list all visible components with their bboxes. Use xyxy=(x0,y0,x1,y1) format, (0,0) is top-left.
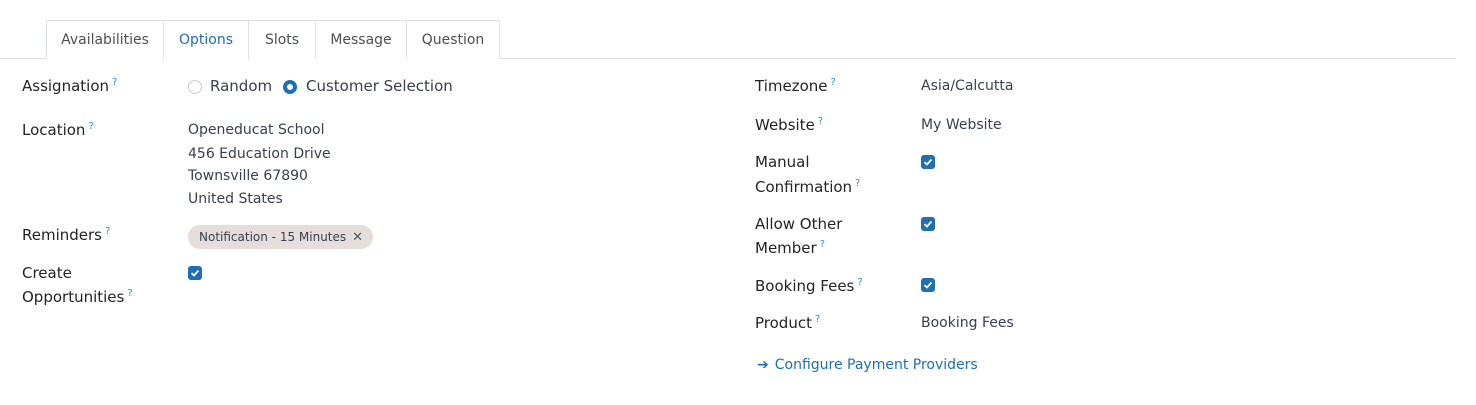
product-label: Product? xyxy=(755,311,820,338)
allow-other-member-label-text: Member xyxy=(755,239,817,257)
checkmark-icon xyxy=(923,281,933,289)
tab-label: Message xyxy=(330,32,392,48)
checkmark-icon xyxy=(923,220,933,228)
manual-confirmation-label-line1: Manual xyxy=(755,153,810,171)
help-icon[interactable]: ? xyxy=(112,77,117,88)
timezone-label: Timezone? xyxy=(755,74,836,101)
help-icon[interactable]: ? xyxy=(105,226,110,237)
timezone-label-text: Timezone xyxy=(755,77,828,95)
reminders-label-text: Reminders xyxy=(22,226,102,244)
help-icon[interactable]: ? xyxy=(127,288,132,299)
help-icon[interactable]: ? xyxy=(815,314,820,325)
product-value[interactable]: Booking Fees xyxy=(921,312,1014,334)
reminder-tag-label: Notification - 15 Minutes xyxy=(199,230,347,244)
tab-message[interactable]: Message xyxy=(315,20,407,59)
location-address-line-4[interactable]: United States xyxy=(188,188,283,210)
random-radio[interactable] xyxy=(188,80,202,94)
allow-other-member-label: Member? xyxy=(755,236,825,263)
tab-bar: Availabilities Options Slots Message Que… xyxy=(0,20,1456,60)
configure-payment-providers-link[interactable]: ➔ Configure Payment Providers xyxy=(757,354,978,376)
assignation-label: Assignation? xyxy=(22,74,117,101)
timezone-value[interactable]: Asia/Calcutta xyxy=(921,75,1013,97)
booking-fees-label: Booking Fees? xyxy=(755,274,863,301)
configure-payment-providers-label: Configure Payment Providers xyxy=(774,357,978,373)
help-icon[interactable]: ? xyxy=(818,116,823,127)
customer-selection-radio-label[interactable]: Customer Selection xyxy=(306,74,453,98)
tab-slots[interactable]: Slots xyxy=(248,20,316,59)
booking-fees-label-text: Booking Fees xyxy=(755,277,855,295)
location-address-line-1[interactable]: Openeducat School xyxy=(188,119,324,141)
tab-availabilities[interactable]: Availabilities xyxy=(46,20,164,59)
website-label: Website? xyxy=(755,113,823,140)
reminders-label: Reminders? xyxy=(22,223,110,250)
manual-confirmation-label-text: Confirmation xyxy=(755,178,853,196)
website-label-text: Website xyxy=(755,116,815,134)
manual-confirmation-label: Confirmation? xyxy=(755,175,860,202)
random-radio-label[interactable]: Random xyxy=(210,74,272,98)
help-icon[interactable]: ? xyxy=(88,121,93,132)
help-icon[interactable]: ? xyxy=(831,77,836,88)
tab-question[interactable]: Question xyxy=(406,20,500,59)
tab-label: Question xyxy=(421,32,485,48)
tab-label: Slots xyxy=(264,32,300,48)
allow-other-member-checkbox[interactable] xyxy=(921,217,935,231)
location-address-line-3[interactable]: Townsville 67890 xyxy=(188,165,308,187)
assignation-label-text: Assignation xyxy=(22,77,110,95)
arrow-right-icon: ➔ xyxy=(757,357,769,373)
location-label-text: Location xyxy=(22,121,86,139)
tab-label: Options xyxy=(178,32,234,48)
help-icon[interactable]: ? xyxy=(820,239,825,250)
create-opportunities-label-line1: Create xyxy=(22,264,72,282)
help-icon[interactable]: ? xyxy=(857,277,862,288)
product-label-text: Product xyxy=(755,314,812,332)
help-icon[interactable]: ? xyxy=(855,178,860,189)
tab-options[interactable]: Options xyxy=(163,20,249,60)
remove-tag-icon[interactable]: ✕ xyxy=(352,230,363,245)
customer-selection-radio[interactable] xyxy=(283,80,297,94)
create-opportunities-checkbox[interactable] xyxy=(188,266,202,280)
booking-fees-checkbox[interactable] xyxy=(921,278,935,292)
website-value[interactable]: My Website xyxy=(921,114,1002,136)
checkmark-icon xyxy=(923,158,933,166)
reminder-tag[interactable]: Notification - 15 Minutes ✕ xyxy=(188,225,374,249)
tab-label: Availabilities xyxy=(61,32,149,48)
location-address-line-2[interactable]: 456 Education Drive xyxy=(188,143,331,165)
manual-confirmation-checkbox[interactable] xyxy=(921,155,935,169)
create-opportunities-label-text: Opportunities xyxy=(22,288,125,306)
create-opportunities-label: Opportunities? xyxy=(22,285,133,312)
location-label: Location? xyxy=(22,118,94,145)
allow-other-member-label-line1: Allow Other xyxy=(755,215,843,233)
checkmark-icon xyxy=(190,269,200,277)
